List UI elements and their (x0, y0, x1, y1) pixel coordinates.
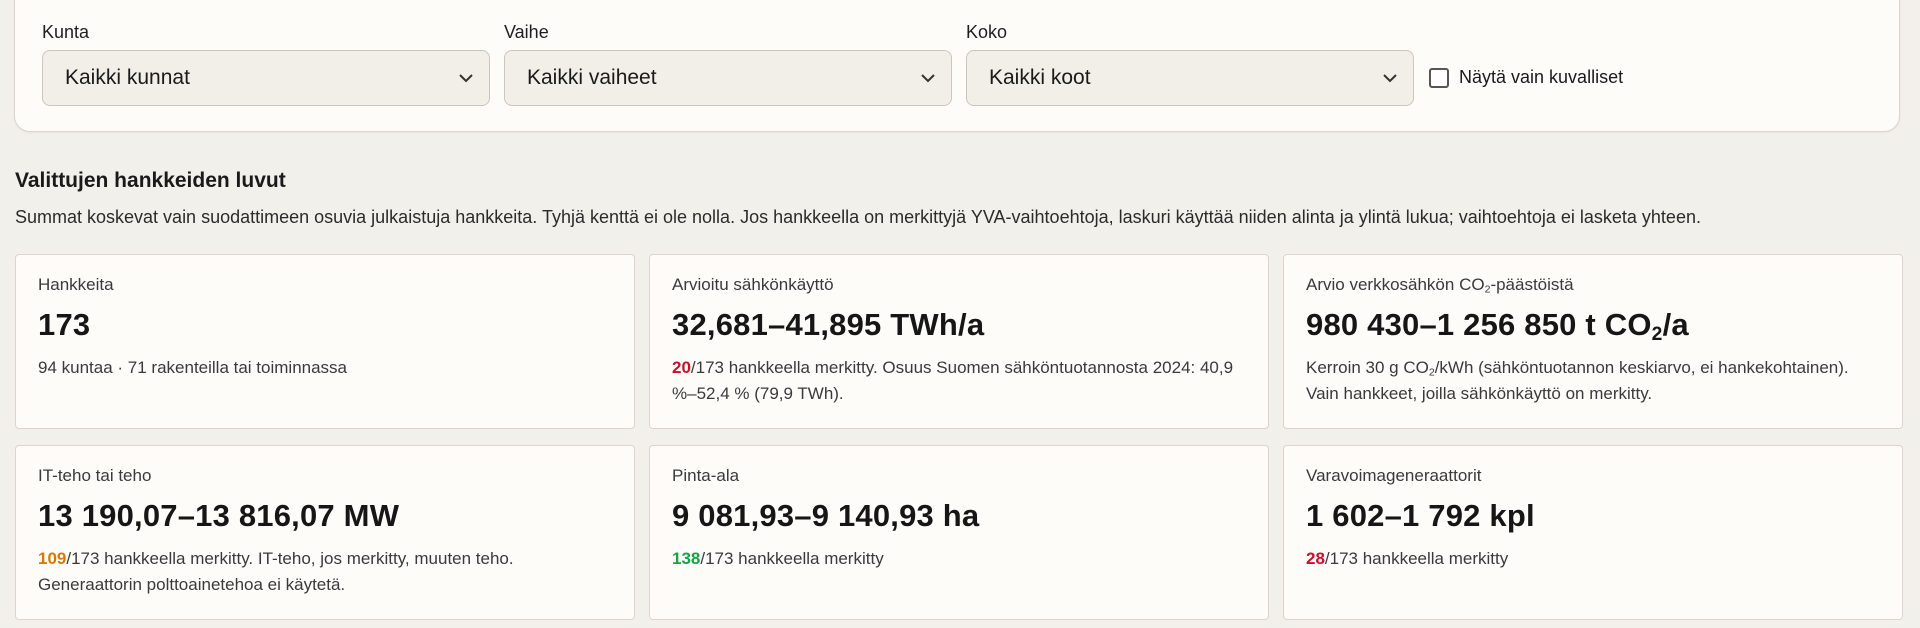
koko-select[interactable]: Kaikki koot (966, 50, 1414, 106)
card-value: 9 081,93–9 140,93 ha (672, 498, 980, 533)
chevron-down-icon (459, 74, 473, 83)
filter-kunta: Kunta (42, 21, 89, 43)
card-value: 980 430–1 256 850 t CO2/a (1306, 307, 1689, 345)
card-note: 138/173 hankkeella merkitty (672, 546, 1246, 572)
label-part: -päästöistä (1490, 275, 1574, 294)
value-part: /a (1662, 307, 1689, 342)
card-value: 13 190,07–13 816,07 MW (38, 498, 400, 533)
kunta-select[interactable]: Kaikki kunnat (42, 50, 490, 106)
filter-koko: Koko (966, 21, 1007, 43)
only-with-images-label: Näytä vain kuvalliset (1459, 67, 1624, 87)
filter-vaihe-label: Vaihe (504, 22, 549, 42)
vaihe-select[interactable]: Kaikki vaiheet (504, 50, 952, 106)
card-hankkeita: Hankkeita 173 94 kuntaa · 71 rakenteilla… (15, 254, 635, 429)
checkbox-icon[interactable] (1429, 67, 1449, 88)
card-note-text: /173 hankkeella merkitty. IT-teho, jos m… (38, 549, 514, 594)
card-power: IT-teho tai teho 13 190,07–13 816,07 MW … (15, 445, 635, 620)
card-note: 20/173 hankkeella merkitty. Osuus Suomen… (672, 355, 1246, 407)
card-electricity-use: Arvioitu sähkönkäyttö 32,681–41,895 TWh/… (649, 254, 1269, 429)
filter-panel: Kunta Kaikki kunnat Vaihe Kaikki vaiheet… (14, 0, 1900, 132)
marked-count: 20 (672, 358, 691, 377)
card-label: Varavoimageneraattorit (1306, 466, 1482, 485)
card-note: 109/173 hankkeella merkitty. IT-teho, jo… (38, 546, 612, 598)
label-part: Arvio verkkosähkön CO (1306, 275, 1485, 294)
marked-count: 138 (672, 549, 701, 568)
card-generators: Varavoimageneraattorit 1 602–1 792 kpl 2… (1283, 445, 1903, 620)
note-part: Kerroin 30 g CO (1306, 358, 1429, 377)
card-label: Arvio verkkosähkön CO2-päästöistä (1306, 275, 1574, 295)
card-note-text: /173 hankkeella merkitty (1324, 549, 1509, 568)
koko-select-value: Kaikki koot (989, 66, 1091, 89)
card-area: Pinta-ala 9 081,93–9 140,93 ha 138/173 h… (649, 445, 1269, 620)
marked-count: 28 (1306, 549, 1325, 568)
vaihe-select-value: Kaikki vaiheet (527, 66, 657, 89)
card-label: Hankkeita (38, 275, 114, 294)
card-note: 94 kuntaa · 71 rakenteilla tai toiminnas… (38, 358, 348, 377)
card-label: Arvioitu sähkönkäyttö (672, 275, 834, 294)
marked-count: 109 (38, 549, 67, 568)
kunta-select-value: Kaikki kunnat (65, 66, 190, 89)
value-subscript: 2 (1651, 323, 1663, 345)
card-value: 1 602–1 792 kpl (1306, 498, 1535, 533)
filter-kunta-label: Kunta (42, 22, 90, 42)
filter-koko-label: Koko (966, 22, 1008, 42)
card-note-text: /173 hankkeella merkitty. Osuus Suomen s… (672, 358, 1234, 403)
card-note: Kerroin 30 g CO2/kWh (sähköntuotannon ke… (1306, 355, 1880, 407)
card-value: 173 (38, 307, 91, 342)
value-part: 980 430–1 256 850 t CO (1306, 307, 1652, 342)
card-co2-emissions: Arvio verkkosähkön CO2-päästöistä 980 43… (1283, 254, 1903, 429)
card-label: IT-teho tai teho (38, 466, 152, 485)
card-note: 28/173 hankkeella merkitty (1306, 546, 1880, 572)
only-with-images-toggle[interactable]: Näytä vain kuvalliset (1429, 67, 1623, 88)
card-label: Pinta-ala (672, 466, 740, 485)
section-title: Valittujen hankkeiden luvut (15, 169, 286, 192)
filter-vaihe: Vaihe (504, 21, 549, 43)
section-description: Summat koskevat vain suodattimeen osuvia… (15, 207, 1701, 227)
card-note-text: /173 hankkeella merkitty (700, 549, 884, 568)
card-value: 32,681–41,895 TWh/a (672, 307, 985, 342)
chevron-down-icon (921, 74, 935, 83)
chevron-down-icon (1383, 74, 1397, 83)
